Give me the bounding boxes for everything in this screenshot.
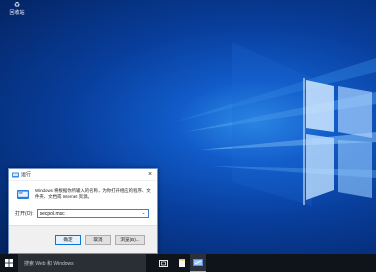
run-program-icon	[17, 190, 29, 199]
desktop-icon-recycle-bin[interactable]: ♻ 回收站	[4, 2, 30, 26]
task-view-icon	[158, 259, 168, 267]
run-dialog-titlebar[interactable]: 运行 ×	[9, 169, 157, 181]
edge-icon	[193, 259, 203, 266]
start-button[interactable]	[0, 254, 18, 272]
chevron-down-icon[interactable]: ⌄	[141, 210, 145, 217]
taskbar-app-edge[interactable]	[190, 254, 206, 272]
run-dialog-title: 运行	[21, 172, 32, 178]
open-row: 打开(O): ⌄	[15, 209, 149, 218]
close-button[interactable]: ×	[143, 169, 157, 180]
file-explorer-icon	[179, 259, 185, 267]
run-dialog-button-bar: 确定 取消 浏览(B)...	[9, 225, 157, 253]
taskbar: 搜索 Web 和 Windows	[0, 254, 376, 272]
desktop-icon-label: 回收站	[9, 10, 25, 16]
run-dialog-body: Windows 将根据你所输入的名称，为你打开相应的程序、文件夹、文档或 Int…	[9, 181, 157, 226]
taskbar-search-placeholder: 搜索 Web 和 Windows	[24, 260, 74, 267]
browse-button[interactable]: 浏览(B)...	[115, 235, 145, 245]
open-input[interactable]	[39, 210, 140, 217]
open-combobox[interactable]: ⌄	[36, 209, 149, 218]
task-view-button[interactable]	[152, 254, 174, 272]
open-label: 打开(O):	[15, 211, 34, 217]
recycle-bin-icon: ♻	[13, 2, 21, 9]
run-dialog: 运行 × Windows 将根据你所输入的名称，为你打开相应的程序、文件夹、文档…	[8, 168, 158, 254]
run-dialog-description: Windows 将根据你所输入的名称，为你打开相应的程序、文件夹、文档或 Int…	[35, 188, 151, 199]
windows-start-icon	[5, 259, 13, 267]
taskbar-search-box[interactable]: 搜索 Web 和 Windows	[18, 254, 146, 272]
cancel-button[interactable]: 取消	[85, 235, 111, 245]
run-app-icon	[12, 172, 19, 177]
ok-button[interactable]: 确定	[55, 235, 81, 245]
taskbar-app-file-explorer[interactable]	[174, 254, 190, 272]
